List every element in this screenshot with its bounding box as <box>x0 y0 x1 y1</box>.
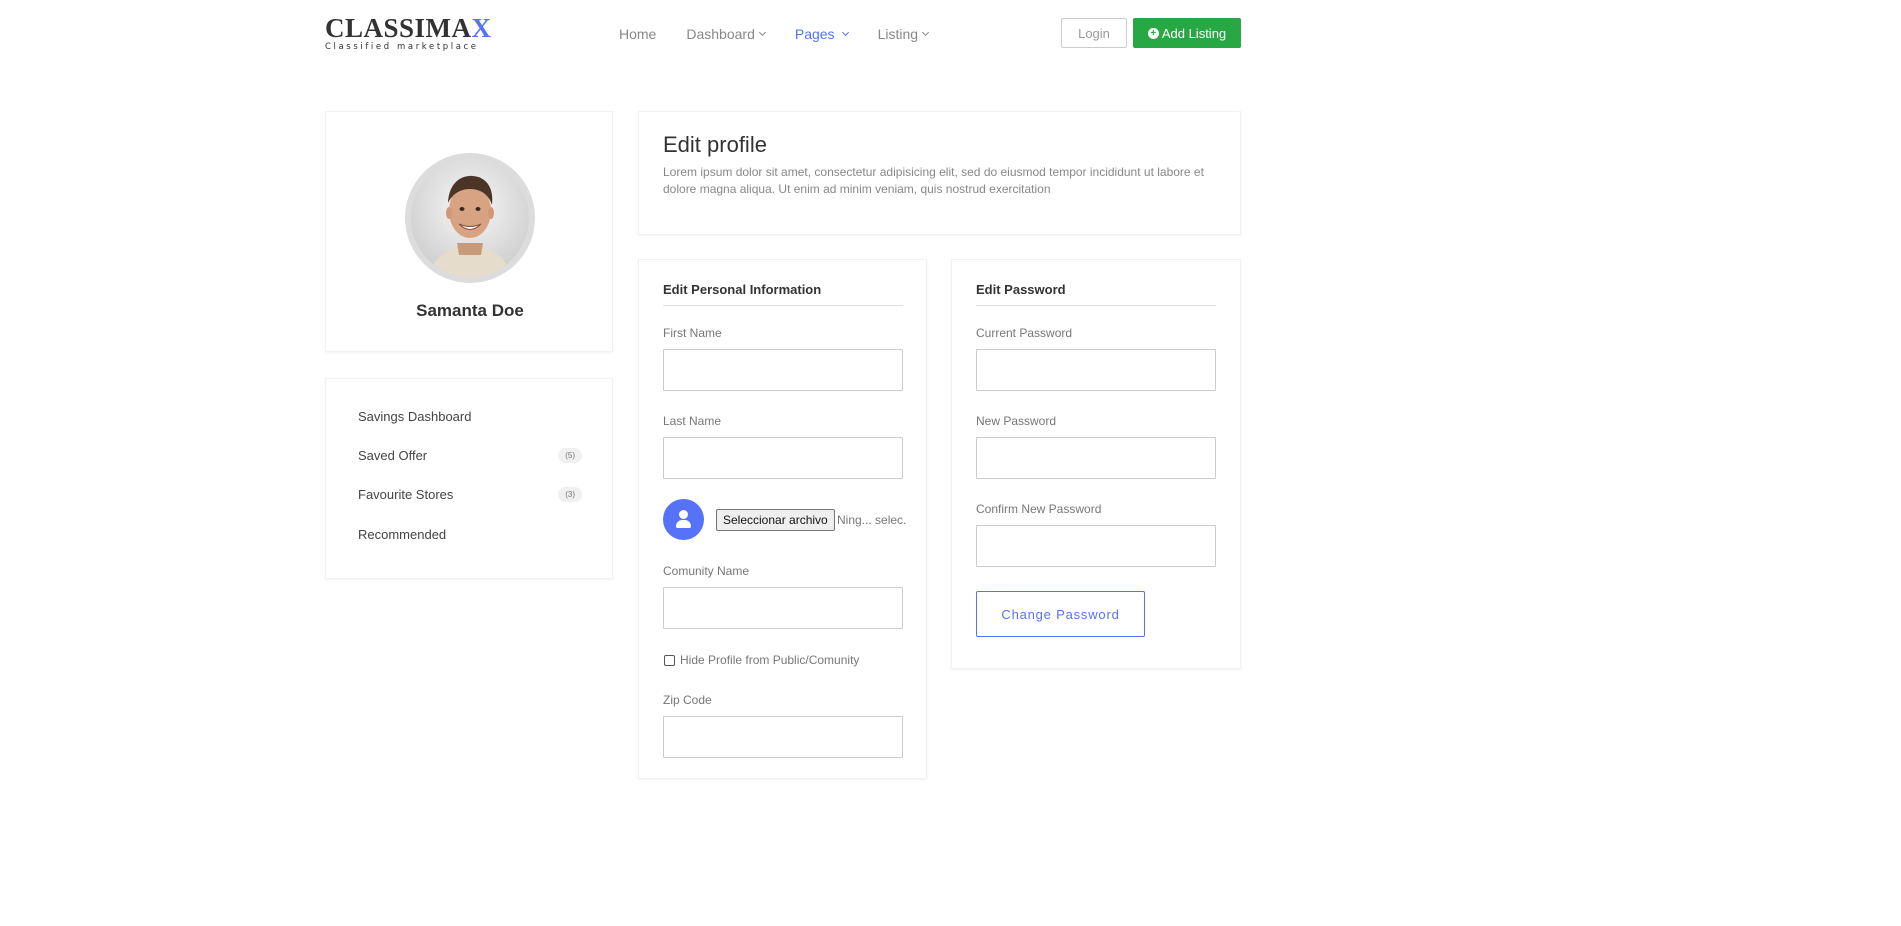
logo-title: CLASSIMAX <box>325 13 492 43</box>
file-status: Ning... selec. <box>837 513 907 527</box>
chevron-down-icon <box>841 28 849 37</box>
avatar <box>405 153 535 283</box>
menu-item-label: Saved Offer <box>358 447 428 463</box>
menu-item-favourite-stores[interactable]: Favourite Stores (3) <box>358 484 582 504</box>
dashboard-menu: Savings Dashboard Saved Offer (5) Favour… <box>325 378 613 579</box>
user-icon <box>663 499 704 540</box>
first-name-input[interactable] <box>663 349 903 391</box>
logo[interactable]: CLASSIMAX Classified marketplace <box>325 13 492 54</box>
first-name-label: First Name <box>663 326 722 340</box>
hide-profile-label[interactable]: Hide Profile from Public/Comunity <box>680 653 859 667</box>
zip-code-input[interactable] <box>663 716 903 758</box>
new-password-label: New Password <box>976 414 1057 428</box>
section-title: Edit Personal Information <box>663 282 903 306</box>
profile-card: Samanta Doe <box>325 111 613 352</box>
current-password-input[interactable] <box>976 349 1216 391</box>
section-title: Edit Password <box>976 282 1216 306</box>
password-card: Edit Password Current Password New Passw… <box>951 259 1241 669</box>
zip-code-label: Zip Code <box>663 693 712 707</box>
hide-profile-checkbox[interactable] <box>664 655 675 666</box>
nav-home[interactable]: Home <box>619 26 656 42</box>
last-name-label: Last Name <box>663 414 722 428</box>
nav-pages[interactable]: Pages <box>795 26 849 42</box>
menu-item-label: Recommended <box>358 526 447 542</box>
count-badge: (5) <box>558 447 582 463</box>
plus-circle-icon: + <box>1147 27 1159 39</box>
menu-item-label: Favourite Stores <box>358 486 454 502</box>
menu-item-label: Savings Dashboard <box>358 408 472 424</box>
avatar-photo <box>411 159 529 277</box>
last-name-input[interactable] <box>663 437 903 479</box>
nav-dashboard[interactable]: Dashboard <box>686 26 766 42</box>
new-password-input[interactable] <box>976 437 1216 479</box>
community-name-input[interactable] <box>663 587 903 629</box>
login-button[interactable]: Login <box>1061 18 1127 48</box>
change-password-button[interactable]: Change Password <box>976 591 1145 637</box>
nav-listing[interactable]: Listing <box>878 26 930 42</box>
add-listing-button[interactable]: + Add Listing <box>1133 18 1241 48</box>
file-select-button[interactable]: Seleccionar archivo <box>716 509 835 531</box>
edit-profile-header: Edit profile Lorem ipsum dolor sit amet,… <box>638 111 1241 235</box>
add-listing-label: Add Listing <box>1161 25 1227 41</box>
profile-name: Samanta Doe <box>416 301 524 320</box>
menu-item-savings-dashboard[interactable]: Savings Dashboard <box>358 406 582 426</box>
chevron-down-icon <box>758 28 766 37</box>
page-description: Lorem ipsum dolor sit amet, consectetur … <box>663 165 1204 196</box>
count-badge: (3) <box>558 486 582 502</box>
person-photo <box>411 159 529 277</box>
current-password-label: Current Password <box>976 326 1073 340</box>
logo-tagline: Classified marketplace <box>325 42 479 52</box>
menu-item-recommended[interactable]: Recommended <box>358 524 582 544</box>
menu-item-saved-offer[interactable]: Saved Offer (5) <box>358 445 582 465</box>
confirm-password-input[interactable] <box>976 525 1216 567</box>
confirm-password-label: Confirm New Password <box>976 502 1102 516</box>
page-title: Edit profile <box>663 132 767 157</box>
community-name-label: Comunity Name <box>663 564 750 578</box>
main-nav: Home Dashboard Pages Listing <box>619 24 958 44</box>
personal-info-card: Edit Personal Information First Name Las… <box>638 259 927 779</box>
chevron-down-icon <box>921 28 930 37</box>
